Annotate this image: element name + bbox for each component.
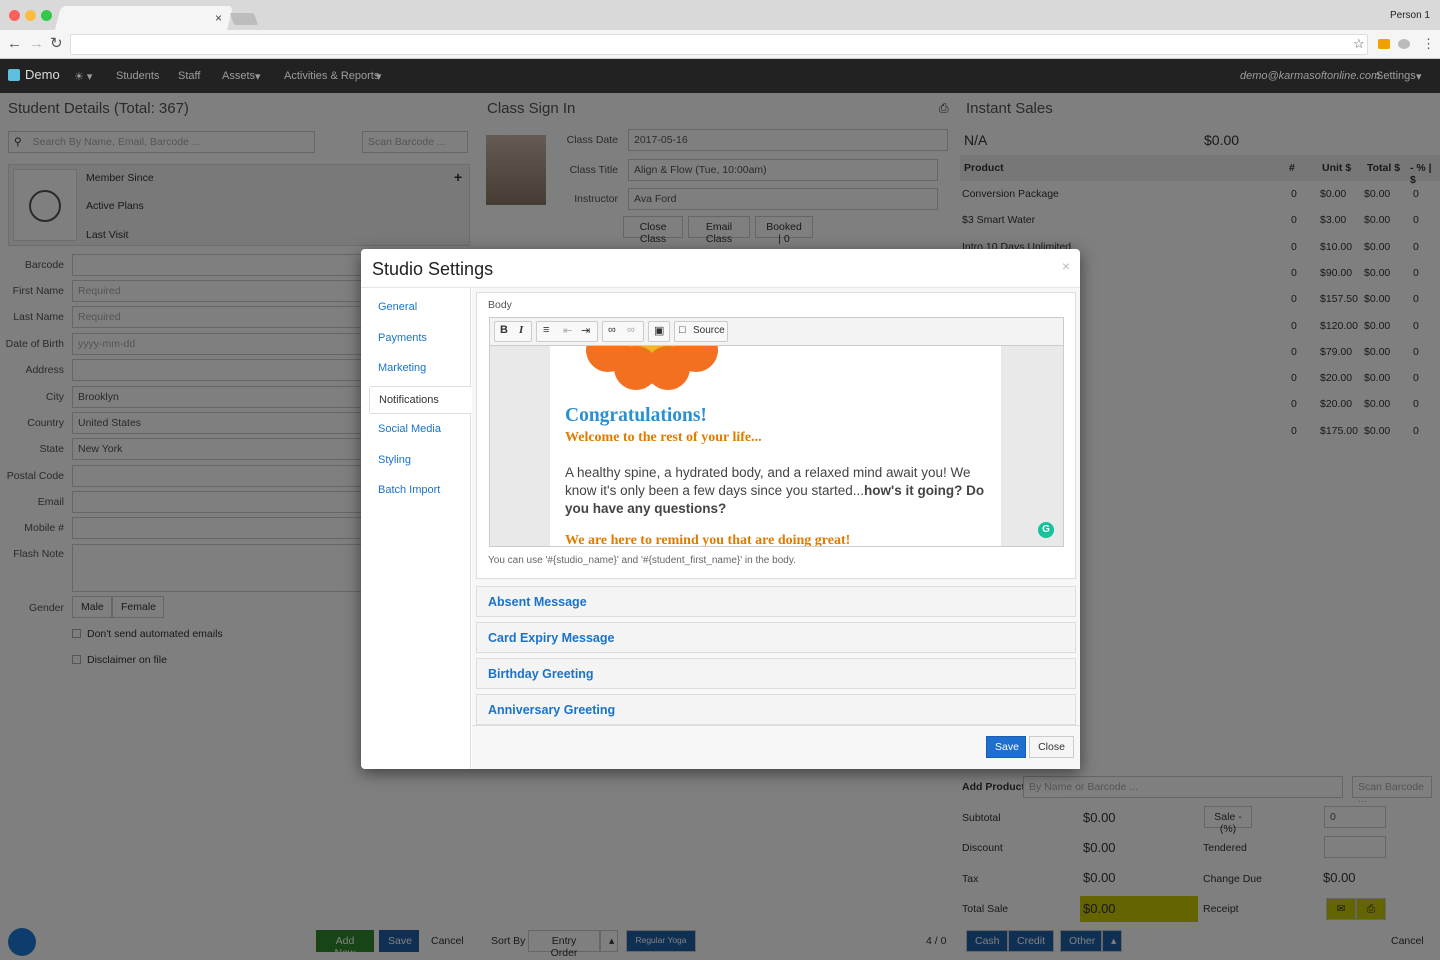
settings-nav-marketing[interactable]: Marketing bbox=[369, 355, 472, 383]
browser-toolbar: ← → ↻ ☆ ⋮ bbox=[0, 30, 1440, 59]
brand-name[interactable]: Demo bbox=[25, 67, 60, 82]
browser-menu-icon[interactable]: ⋮ bbox=[1422, 36, 1435, 51]
link-group: ∞ ∞ bbox=[602, 321, 644, 342]
italic-icon[interactable]: I bbox=[519, 324, 523, 336]
modal-footer: Save Close bbox=[472, 725, 1080, 758]
chevron-down-icon: ▾ bbox=[376, 71, 382, 83]
modal-close-button[interactable]: Close bbox=[1029, 736, 1074, 758]
email-heading: Congratulations! bbox=[565, 405, 707, 426]
notifications-content: Body B I ≡ ⇤ ⇥ ∞ ∞ ▣ □ Source Congratula… bbox=[472, 288, 1080, 769]
list-group: ≡ ⇤ ⇥ bbox=[536, 321, 598, 342]
email-paragraph: A healthy spine, a hydrated body, and a … bbox=[565, 464, 995, 518]
editor-toolbar: B I ≡ ⇤ ⇥ ∞ ∞ ▣ □ Source bbox=[490, 318, 1063, 346]
bookmark-star-icon[interactable]: ☆ bbox=[1353, 36, 1365, 51]
close-window-button[interactable] bbox=[9, 10, 20, 21]
anniversary-greeting-section[interactable]: Anniversary Greeting bbox=[476, 694, 1076, 725]
nav-students[interactable]: Students bbox=[116, 70, 159, 82]
close-icon[interactable]: × bbox=[1062, 258, 1070, 274]
nav-staff[interactable]: Staff bbox=[178, 70, 200, 82]
numbered-list-icon[interactable]: ≡ bbox=[543, 324, 549, 336]
absent-message-section[interactable]: Absent Message bbox=[476, 586, 1076, 617]
browser-tab-strip: × Person 1 bbox=[0, 0, 1440, 30]
reload-icon[interactable]: ↻ bbox=[50, 36, 63, 51]
nav-settings[interactable]: Settings bbox=[1376, 70, 1416, 82]
brand-logo-icon bbox=[8, 69, 20, 81]
maximize-window-button[interactable] bbox=[41, 10, 52, 21]
body-label: Body bbox=[488, 299, 512, 311]
modal-title: Studio Settings bbox=[372, 259, 494, 279]
image-group: ▣ bbox=[648, 321, 670, 342]
nav-activities-reports[interactable]: Activities & Reports bbox=[284, 70, 379, 82]
chevron-down-icon: ▾ bbox=[255, 71, 261, 83]
unlink-icon[interactable]: ∞ bbox=[627, 324, 635, 336]
email-page: Congratulations! Welcome to the rest of … bbox=[550, 346, 1001, 546]
flower-logo-image bbox=[586, 346, 718, 390]
indent-icon[interactable]: ⇥ bbox=[581, 324, 590, 337]
settings-nav-social-media[interactable]: Social Media bbox=[369, 416, 472, 444]
profile-name[interactable]: Person 1 bbox=[1390, 10, 1430, 21]
tab-close-icon[interactable]: × bbox=[215, 11, 222, 25]
body-editor-panel: Body B I ≡ ⇤ ⇥ ∞ ∞ ▣ □ Source Congratula… bbox=[476, 292, 1076, 579]
extension-icon[interactable] bbox=[1378, 39, 1390, 49]
outdent-icon[interactable]: ⇤ bbox=[563, 324, 572, 337]
text-format-group: B I bbox=[494, 321, 532, 342]
nav-assets[interactable]: Assets bbox=[222, 70, 255, 82]
new-tab-button[interactable] bbox=[229, 13, 259, 25]
settings-nav-batch-import[interactable]: Batch Import bbox=[369, 477, 472, 505]
forward-arrow-icon[interactable]: → bbox=[29, 36, 44, 51]
editor-canvas[interactable]: Congratulations! Welcome to the rest of … bbox=[490, 346, 1063, 546]
dashboard-icon[interactable]: ☀ ▾ bbox=[74, 70, 92, 83]
email-next-heading: We are here to remind you that are doing… bbox=[565, 533, 851, 546]
email-subheading: Welcome to the rest of your life... bbox=[565, 430, 762, 445]
grammarly-icon[interactable]: G bbox=[1038, 522, 1054, 538]
card-expiry-message-section[interactable]: Card Expiry Message bbox=[476, 622, 1076, 653]
extension-icon[interactable] bbox=[1398, 39, 1410, 49]
settings-nav: General Payments Marketing Notifications Soc… bbox=[361, 288, 472, 769]
source-icon: □ bbox=[679, 324, 686, 336]
address-bar[interactable] bbox=[70, 34, 1368, 55]
birthday-greeting-section[interactable]: Birthday Greeting bbox=[476, 658, 1076, 689]
settings-nav-general[interactable]: General bbox=[369, 294, 472, 322]
bold-icon[interactable]: B bbox=[500, 324, 508, 336]
chevron-down-icon: ▾ bbox=[1416, 71, 1422, 83]
back-arrow-icon[interactable]: ← bbox=[7, 36, 22, 51]
image-icon[interactable]: ▣ bbox=[654, 324, 664, 337]
app-navbar: Demo ☀ ▾ Students Staff Assets ▾ Activit… bbox=[0, 59, 1440, 93]
settings-nav-payments[interactable]: Payments bbox=[369, 325, 472, 353]
source-button[interactable]: □ Source bbox=[674, 321, 728, 342]
user-email[interactable]: demo@karmasoftonline.com bbox=[1240, 70, 1380, 82]
source-label: Source bbox=[693, 325, 725, 336]
settings-nav-styling[interactable]: Styling bbox=[369, 447, 472, 475]
studio-settings-modal: Studio Settings × General Payments Marketi… bbox=[361, 249, 1080, 769]
modal-save-button[interactable]: Save bbox=[986, 736, 1026, 758]
settings-nav-notifications[interactable]: Notifications bbox=[369, 385, 472, 414]
link-icon[interactable]: ∞ bbox=[608, 324, 616, 336]
browser-tab[interactable] bbox=[55, 6, 233, 30]
minimize-window-button[interactable] bbox=[25, 10, 36, 21]
body-hint: You can use '#{studio_name}' and '#{stud… bbox=[488, 555, 796, 566]
rich-text-editor: B I ≡ ⇤ ⇥ ∞ ∞ ▣ □ Source Congratulations… bbox=[489, 317, 1064, 547]
